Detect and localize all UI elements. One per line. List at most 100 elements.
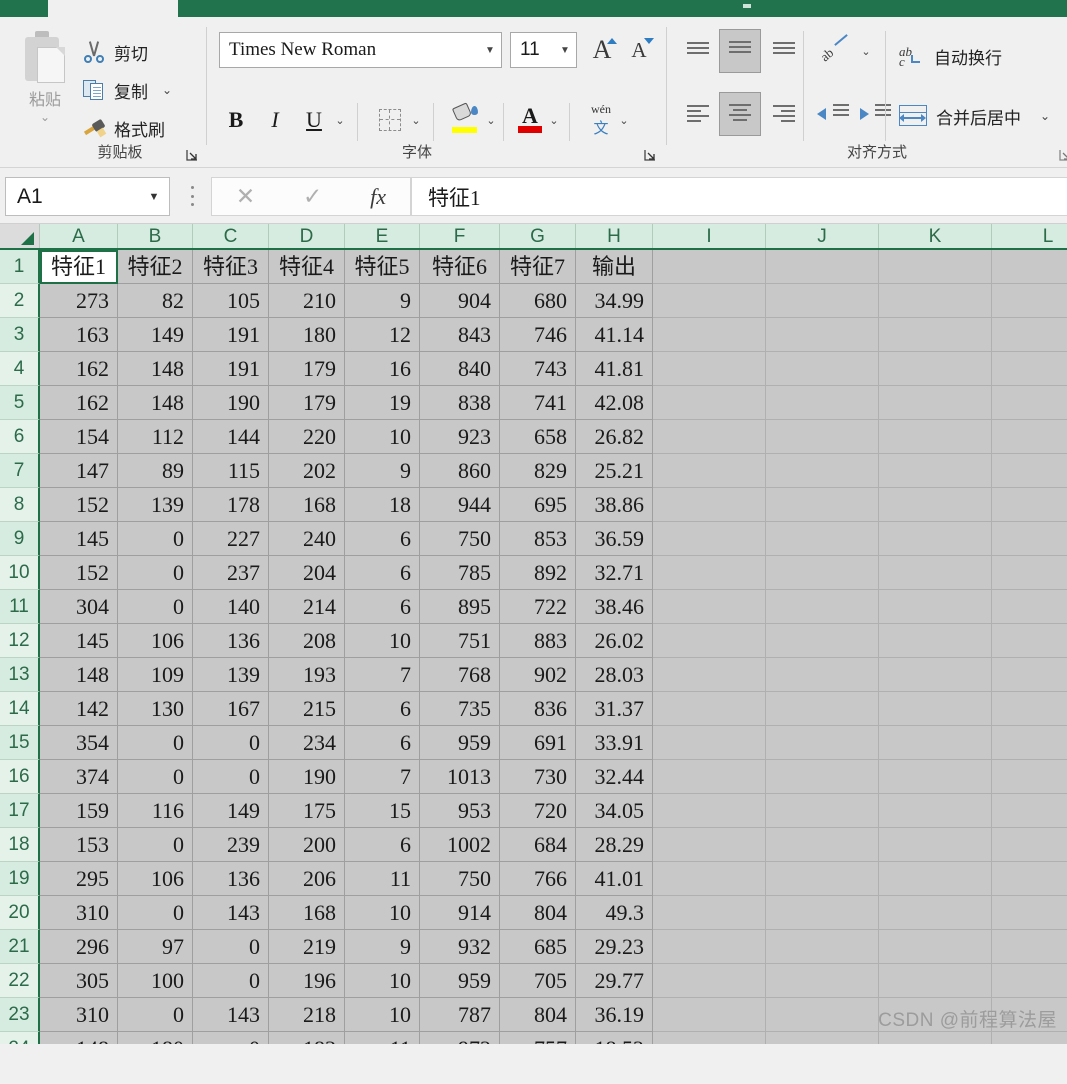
cell-G10[interactable]: 892 xyxy=(500,556,576,590)
decrease-indent-button[interactable] xyxy=(815,97,851,131)
cell-E13[interactable]: 7 xyxy=(345,658,420,692)
cell-L9[interactable] xyxy=(992,522,1067,556)
row-header-11[interactable]: 11 xyxy=(0,590,40,624)
cell-K23[interactable] xyxy=(879,998,992,1032)
cell-A17[interactable]: 159 xyxy=(40,794,118,828)
cell-G18[interactable]: 684 xyxy=(500,828,576,862)
cell-B3[interactable]: 149 xyxy=(118,318,193,352)
cell-F21[interactable]: 932 xyxy=(420,930,500,964)
cell-I2[interactable] xyxy=(653,284,766,318)
cell-A8[interactable]: 152 xyxy=(40,488,118,522)
cell-F9[interactable]: 750 xyxy=(420,522,500,556)
cell-D6[interactable]: 220 xyxy=(269,420,345,454)
cell-I1[interactable] xyxy=(653,250,766,284)
cell-K13[interactable] xyxy=(879,658,992,692)
cell-D2[interactable]: 210 xyxy=(269,284,345,318)
cell-B9[interactable]: 0 xyxy=(118,522,193,556)
cell-C21[interactable]: 0 xyxy=(193,930,269,964)
align-center-button[interactable] xyxy=(719,92,761,136)
cell-B12[interactable]: 106 xyxy=(118,624,193,658)
cell-A16[interactable]: 374 xyxy=(40,760,118,794)
font-size-input[interactable]: 11 ▼ xyxy=(510,32,577,68)
cell-D15[interactable]: 234 xyxy=(269,726,345,760)
cell-F19[interactable]: 750 xyxy=(420,862,500,896)
align-bottom-button[interactable] xyxy=(767,34,801,68)
cell-B19[interactable]: 106 xyxy=(118,862,193,896)
row-header-9[interactable]: 9 xyxy=(0,522,40,556)
cell-I9[interactable] xyxy=(653,522,766,556)
cell-J1[interactable] xyxy=(766,250,879,284)
align-left-button[interactable] xyxy=(681,97,715,131)
insert-function-icon[interactable]: fx xyxy=(370,184,386,210)
cell-D21[interactable]: 219 xyxy=(269,930,345,964)
cell-E6[interactable]: 10 xyxy=(345,420,420,454)
cell-K18[interactable] xyxy=(879,828,992,862)
cell-E11[interactable]: 6 xyxy=(345,590,420,624)
cell-L16[interactable] xyxy=(992,760,1067,794)
cell-J11[interactable] xyxy=(766,590,879,624)
cell-C12[interactable]: 136 xyxy=(193,624,269,658)
cell-F16[interactable]: 1013 xyxy=(420,760,500,794)
cell-H8[interactable]: 38.86 xyxy=(576,488,653,522)
cell-A23[interactable]: 310 xyxy=(40,998,118,1032)
tab-active-home[interactable] xyxy=(97,0,178,17)
cell-A20[interactable]: 310 xyxy=(40,896,118,930)
cell-H18[interactable]: 28.29 xyxy=(576,828,653,862)
cell-E24[interactable]: 11 xyxy=(345,1032,420,1044)
cell-J7[interactable] xyxy=(766,454,879,488)
cell-H5[interactable]: 42.08 xyxy=(576,386,653,420)
cell-C7[interactable]: 115 xyxy=(193,454,269,488)
font-color-button[interactable]: A xyxy=(515,103,545,137)
cell-I5[interactable] xyxy=(653,386,766,420)
cell-J22[interactable] xyxy=(766,964,879,998)
cell-L13[interactable] xyxy=(992,658,1067,692)
cell-F2[interactable]: 904 xyxy=(420,284,500,318)
bold-button[interactable]: B xyxy=(221,103,251,137)
cell-G17[interactable]: 720 xyxy=(500,794,576,828)
cell-E10[interactable]: 6 xyxy=(345,556,420,590)
cell-H3[interactable]: 41.14 xyxy=(576,318,653,352)
increase-indent-button[interactable] xyxy=(857,97,893,131)
align-top-button[interactable] xyxy=(681,34,715,68)
confirm-icon[interactable]: ✓ xyxy=(303,183,322,210)
cell-J13[interactable] xyxy=(766,658,879,692)
cell-H6[interactable]: 26.82 xyxy=(576,420,653,454)
column-header-g[interactable]: G xyxy=(500,224,576,248)
cell-C6[interactable]: 144 xyxy=(193,420,269,454)
column-header-j[interactable]: J xyxy=(766,224,879,248)
cell-F12[interactable]: 751 xyxy=(420,624,500,658)
cell-J5[interactable] xyxy=(766,386,879,420)
cell-L19[interactable] xyxy=(992,862,1067,896)
cell-J24[interactable] xyxy=(766,1032,879,1044)
cell-A15[interactable]: 354 xyxy=(40,726,118,760)
italic-button[interactable]: I xyxy=(260,103,290,137)
cell-K6[interactable] xyxy=(879,420,992,454)
row-header-5[interactable]: 5 xyxy=(0,386,40,420)
cell-A13[interactable]: 148 xyxy=(40,658,118,692)
cell-A6[interactable]: 154 xyxy=(40,420,118,454)
cell-K21[interactable] xyxy=(879,930,992,964)
name-box-dropdown-icon[interactable]: ▼ xyxy=(139,191,169,203)
cell-B24[interactable]: 180 xyxy=(118,1032,193,1044)
cell-J3[interactable] xyxy=(766,318,879,352)
cell-J15[interactable] xyxy=(766,726,879,760)
cell-E3[interactable]: 12 xyxy=(345,318,420,352)
cell-L18[interactable] xyxy=(992,828,1067,862)
cell-I18[interactable] xyxy=(653,828,766,862)
cell-B1[interactable]: 特征2 xyxy=(118,250,193,284)
align-right-button[interactable] xyxy=(767,97,801,131)
alignment-dialog-launcher-icon[interactable] xyxy=(1058,148,1067,162)
cell-G16[interactable]: 730 xyxy=(500,760,576,794)
cell-A9[interactable]: 145 xyxy=(40,522,118,556)
cell-B8[interactable]: 139 xyxy=(118,488,193,522)
cell-A24[interactable]: 148 xyxy=(40,1032,118,1044)
cell-K10[interactable] xyxy=(879,556,992,590)
cell-D14[interactable]: 215 xyxy=(269,692,345,726)
row-header-7[interactable]: 7 xyxy=(0,454,40,488)
cell-A12[interactable]: 145 xyxy=(40,624,118,658)
cell-J20[interactable] xyxy=(766,896,879,930)
row-header-6[interactable]: 6 xyxy=(0,420,40,454)
cell-F4[interactable]: 840 xyxy=(420,352,500,386)
cell-J17[interactable] xyxy=(766,794,879,828)
cell-B7[interactable]: 89 xyxy=(118,454,193,488)
